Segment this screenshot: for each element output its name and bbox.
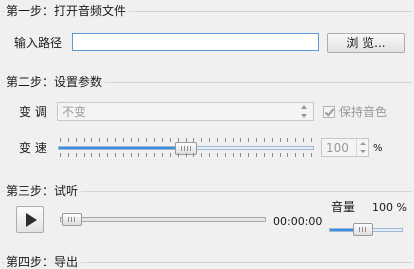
slider-tick bbox=[60, 138, 61, 142]
slider-tick bbox=[60, 153, 61, 157]
keep-pitch-label: 保持音色 bbox=[339, 105, 388, 119]
slider-tick bbox=[209, 138, 210, 142]
slider-tick bbox=[264, 138, 265, 142]
slider-tick bbox=[162, 138, 163, 142]
slider-tick bbox=[131, 153, 132, 157]
slider-tick bbox=[146, 138, 147, 142]
slider-tick bbox=[99, 138, 100, 142]
slider-tick bbox=[311, 153, 312, 157]
slider-tick bbox=[123, 153, 124, 157]
slider-tick bbox=[154, 153, 155, 157]
slider-tick bbox=[193, 153, 194, 157]
slider-tick bbox=[138, 153, 139, 157]
speed-unit: % bbox=[373, 143, 383, 154]
slider-tick bbox=[280, 153, 281, 157]
path-input[interactable] bbox=[72, 33, 319, 51]
slider-tick bbox=[217, 138, 218, 142]
playback-time: 00:00:00 bbox=[273, 215, 323, 228]
slider-tick bbox=[272, 153, 273, 157]
slider-tick bbox=[107, 153, 108, 157]
pitch-select-value: 不变 bbox=[62, 105, 87, 119]
path-label: 输入路径 bbox=[14, 36, 63, 50]
slider-tick bbox=[138, 138, 139, 142]
slider-tick bbox=[303, 138, 304, 142]
volume-slider-thumb[interactable] bbox=[353, 223, 373, 236]
slider-tick bbox=[170, 138, 171, 142]
slider-tick bbox=[186, 153, 187, 157]
step3-title: 第三步：试听 bbox=[4, 184, 82, 198]
slider-tick bbox=[76, 153, 77, 157]
slider-tick bbox=[256, 138, 257, 142]
slider-tick bbox=[115, 153, 116, 157]
slider-tick bbox=[99, 153, 100, 157]
slider-tick bbox=[107, 138, 108, 142]
slider-tick bbox=[272, 138, 273, 142]
slider-tick bbox=[287, 153, 288, 157]
step4-title: 第四步：导出 bbox=[4, 255, 82, 269]
slider-tick bbox=[311, 138, 312, 142]
slider-tick bbox=[295, 138, 296, 142]
playback-progress-track[interactable] bbox=[60, 217, 266, 222]
slider-tick bbox=[178, 153, 179, 157]
pitch-label: 变 调 bbox=[19, 105, 47, 119]
slider-tick bbox=[264, 153, 265, 157]
volume-value: 100 % bbox=[372, 201, 407, 214]
slider-tick bbox=[68, 138, 69, 142]
slider-tick bbox=[287, 138, 288, 142]
playback-progress-thumb[interactable] bbox=[62, 213, 82, 226]
slider-tick bbox=[201, 138, 202, 142]
keep-pitch-checkbox[interactable] bbox=[323, 106, 335, 118]
slider-tick bbox=[233, 153, 234, 157]
slider-tick bbox=[162, 153, 163, 157]
pitch-select[interactable]: 不变 bbox=[57, 102, 314, 121]
slider-tick bbox=[91, 138, 92, 142]
slider-tick bbox=[280, 138, 281, 142]
play-button[interactable] bbox=[16, 206, 44, 233]
speed-spinbox-value: 100 bbox=[326, 141, 349, 155]
slider-tick bbox=[201, 153, 202, 157]
slider-tick bbox=[295, 153, 296, 157]
slider-tick bbox=[225, 138, 226, 142]
slider-tick bbox=[170, 153, 171, 157]
slider-tick bbox=[154, 138, 155, 142]
speed-slider-fill bbox=[59, 147, 181, 149]
speed-spinbox-arrows-icon[interactable] bbox=[356, 139, 368, 156]
pitch-select-arrows-icon bbox=[301, 105, 307, 118]
slider-tick bbox=[84, 153, 85, 157]
step2-title: 第二步：设置参数 bbox=[4, 75, 106, 89]
volume-label: 音量 bbox=[331, 200, 356, 214]
slider-tick bbox=[68, 153, 69, 157]
slider-tick bbox=[84, 138, 85, 142]
step1-title: 第一步：打开音频文件 bbox=[4, 4, 130, 18]
speed-slider-ticks-bottom bbox=[60, 153, 312, 157]
slider-tick bbox=[217, 153, 218, 157]
slider-tick bbox=[146, 153, 147, 157]
slider-tick bbox=[91, 153, 92, 157]
slider-tick bbox=[123, 138, 124, 142]
slider-tick bbox=[76, 138, 77, 142]
slider-tick bbox=[240, 138, 241, 142]
slider-tick bbox=[248, 153, 249, 157]
play-icon bbox=[26, 213, 37, 227]
slider-tick bbox=[209, 153, 210, 157]
slider-tick bbox=[115, 138, 116, 142]
slider-tick bbox=[240, 153, 241, 157]
speed-spinbox[interactable]: 100 bbox=[321, 138, 369, 157]
slider-tick bbox=[303, 153, 304, 157]
slider-tick bbox=[248, 138, 249, 142]
browse-button[interactable]: 浏 览... bbox=[327, 33, 405, 53]
slider-tick bbox=[256, 153, 257, 157]
speed-label: 变 速 bbox=[19, 141, 47, 155]
slider-tick bbox=[131, 138, 132, 142]
slider-tick bbox=[225, 153, 226, 157]
slider-tick bbox=[233, 138, 234, 142]
